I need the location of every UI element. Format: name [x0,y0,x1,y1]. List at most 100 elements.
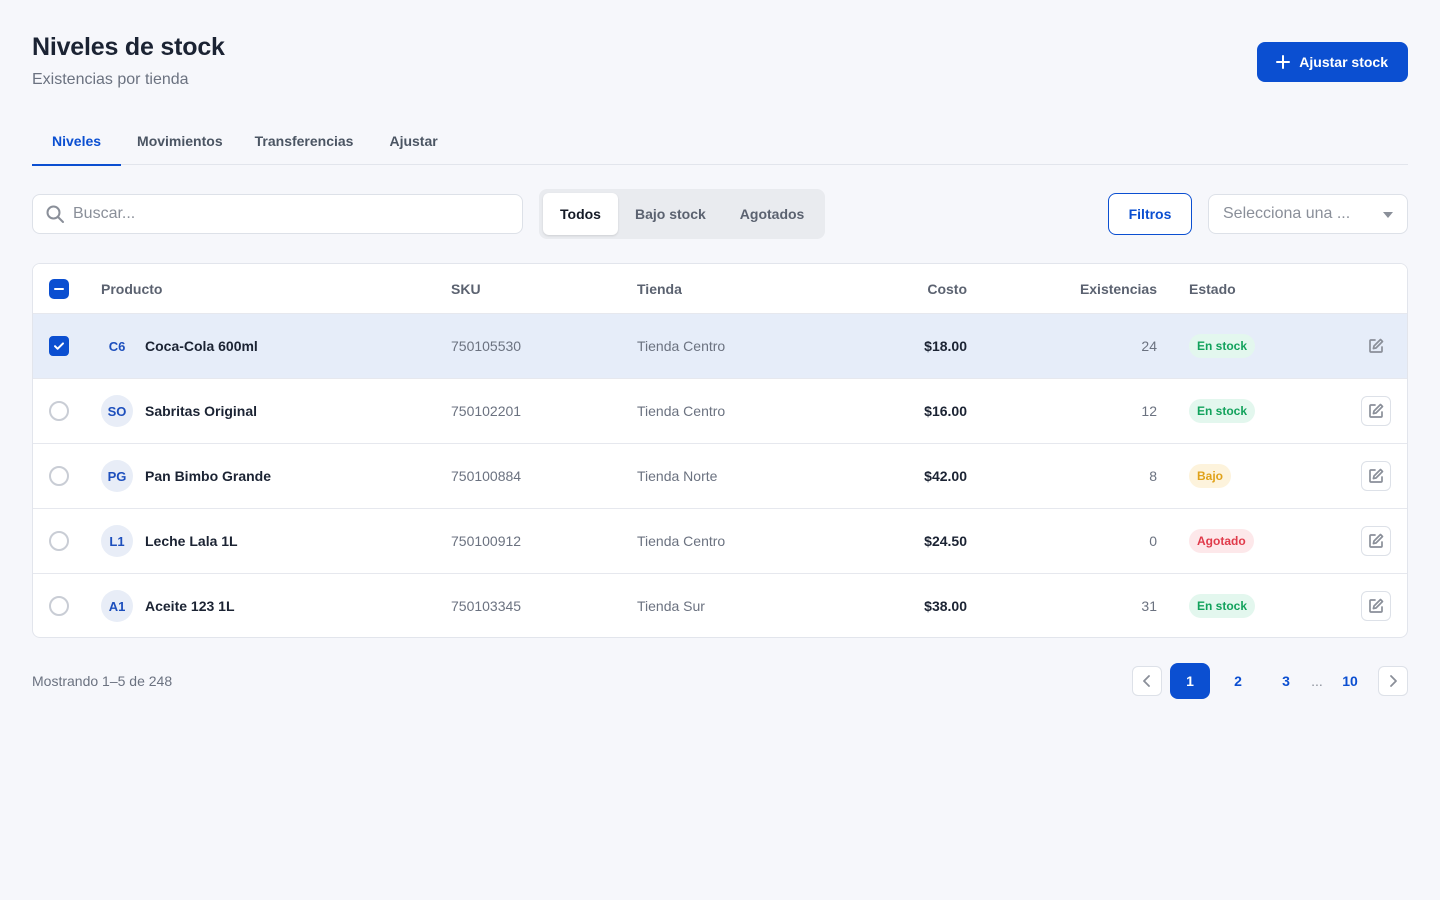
page-title: Niveles de stock [32,33,225,61]
pagination: 1 2 3 ... 10 [1132,663,1408,699]
product-cost: $38.00 [924,598,967,614]
stock-filter-segment: Todos Bajo stock Agotados [539,189,826,239]
product-sku: 750100884 [451,468,522,484]
product-name: Aceite 123 1L [145,598,235,614]
product-name: Coca-Cola 600ml [145,338,258,354]
table-row[interactable]: PG Pan Bimbo Grande 750100884 Tienda Norte $… [33,444,1407,509]
adjust-stock-button[interactable]: Ajustar stock [1257,42,1408,82]
select-all-checkbox[interactable] [49,279,69,299]
page: Niveles de stock Existencias por tienda … [0,0,1440,900]
prev-page-button[interactable] [1132,666,1162,696]
segment-todos[interactable]: Todos [543,193,618,235]
row-checkbox[interactable] [49,531,69,551]
pagination-summary: Mostrando 1–5 de 248 [32,673,173,689]
edit-row-button[interactable] [1361,461,1391,491]
edit-icon [1367,597,1385,615]
product-sku: 750103345 [451,598,522,614]
edit-row-button[interactable] [1361,331,1391,361]
filters-button[interactable]: Filtros [1108,193,1192,235]
edit-icon [1367,337,1385,355]
search-input[interactable] [73,205,493,223]
product-avatar: C6 [108,338,126,354]
product-sku: 750100912 [451,533,522,549]
search-icon [46,205,64,223]
edit-icon [1367,402,1385,420]
product-cost: $18.00 [924,338,967,354]
product-avatar: L1 [101,525,133,557]
tab-bar: Niveles Movimientos Transferencias Ajust… [32,116,1408,166]
product-cost: $16.00 [924,403,967,419]
chevron-down-icon [1383,212,1393,218]
product-cost: $24.50 [924,533,967,549]
column-header-stock[interactable]: Existencias [1080,264,1157,314]
page-header: Niveles de stock Existencias por tienda … [32,0,1408,110]
column-header-sku[interactable]: SKU [451,264,481,314]
stock-quantity: 24 [1141,338,1157,354]
table-row[interactable]: A1 Aceite 123 1L 750103345 Tienda Sur $38.00… [33,574,1407,637]
edit-row-button[interactable] [1361,526,1391,556]
pagination-ellipsis: ... [1311,673,1323,689]
table-body: C6 Coca-Cola 600ml 750105530 Tienda Centro $… [33,314,1407,637]
row-checkbox[interactable] [49,596,69,616]
adjust-stock-label: Ajustar stock [1299,54,1388,70]
store-name: Tienda Centro [637,338,726,354]
chevron-right-icon [1390,675,1397,687]
tab-transferencias[interactable]: Transferencias [239,116,370,165]
status-badge: Agotado [1189,529,1254,553]
store-name: Tienda Centro [637,403,726,419]
page-button-2[interactable]: 2 [1218,663,1258,699]
edit-icon [1367,467,1385,485]
product-avatar: A1 [101,590,133,622]
store-select[interactable]: Selecciona una ... [1208,194,1408,234]
page-subtitle: Existencias por tienda [32,71,189,88]
edit-row-button[interactable] [1361,591,1391,621]
status-badge: En stock [1189,334,1256,358]
page-button-1[interactable]: 1 [1170,663,1210,699]
stock-quantity: 12 [1141,403,1157,419]
product-name: Sabritas Original [145,403,258,419]
product-avatar: PG [101,460,133,492]
row-checkbox[interactable] [49,336,69,356]
table-footer: Mostrando 1–5 de 248 1 2 3 ... 10 [32,663,1408,699]
edit-row-button[interactable] [1361,396,1391,426]
product-cost: $42.00 [924,468,967,484]
column-header-cost[interactable]: Costo [927,264,967,314]
toolbar: Todos Bajo stock Agotados Filtros Selecc… [32,189,1408,239]
status-badge: Bajo [1189,464,1232,488]
stock-table: Producto SKU Tienda Costo Existencias Es… [32,263,1408,638]
store-name: Tienda Sur [637,598,705,614]
product-name: Leche Lala 1L [145,533,238,549]
page-button-3[interactable]: 3 [1266,663,1306,699]
plus-icon [1275,54,1291,70]
status-badge: En stock [1189,594,1256,618]
segment-bajo-stock[interactable]: Bajo stock [618,193,723,235]
next-page-button[interactable] [1378,666,1408,696]
table-row[interactable]: SO Sabritas Original 750102201 Tienda Centr… [33,379,1407,444]
store-select-placeholder: Selecciona una ... [1223,205,1351,222]
page-button-last[interactable]: 10 [1330,663,1370,699]
segment-agotados[interactable]: Agotados [723,193,822,235]
store-name: Tienda Norte [637,468,718,484]
search-box [32,194,523,234]
product-avatar: SO [101,395,133,427]
table-row[interactable]: L1 Leche Lala 1L 750100912 Tienda Centro $24… [33,509,1407,574]
table-header: Producto SKU Tienda Costo Existencias Es… [33,264,1407,314]
product-name: Pan Bimbo Grande [145,468,272,484]
tab-ajustar[interactable]: Ajustar [369,116,457,165]
product-sku: 750102201 [451,403,522,419]
column-header-status[interactable]: Estado [1189,264,1236,314]
stock-quantity: 0 [1149,533,1157,549]
edit-icon [1367,532,1385,550]
stock-quantity: 8 [1149,468,1157,484]
table-row[interactable]: C6 Coca-Cola 600ml 750105530 Tienda Centro $… [33,314,1407,379]
chevron-left-icon [1143,675,1150,687]
column-header-store[interactable]: Tienda [637,264,682,314]
tab-movimientos[interactable]: Movimientos [121,116,239,165]
stock-quantity: 31 [1141,598,1157,614]
row-checkbox[interactable] [49,401,69,421]
column-header-product[interactable]: Producto [101,264,162,314]
store-name: Tienda Centro [637,533,726,549]
tab-niveles[interactable]: Niveles [32,116,122,166]
status-badge: En stock [1189,399,1256,423]
row-checkbox[interactable] [49,466,69,486]
